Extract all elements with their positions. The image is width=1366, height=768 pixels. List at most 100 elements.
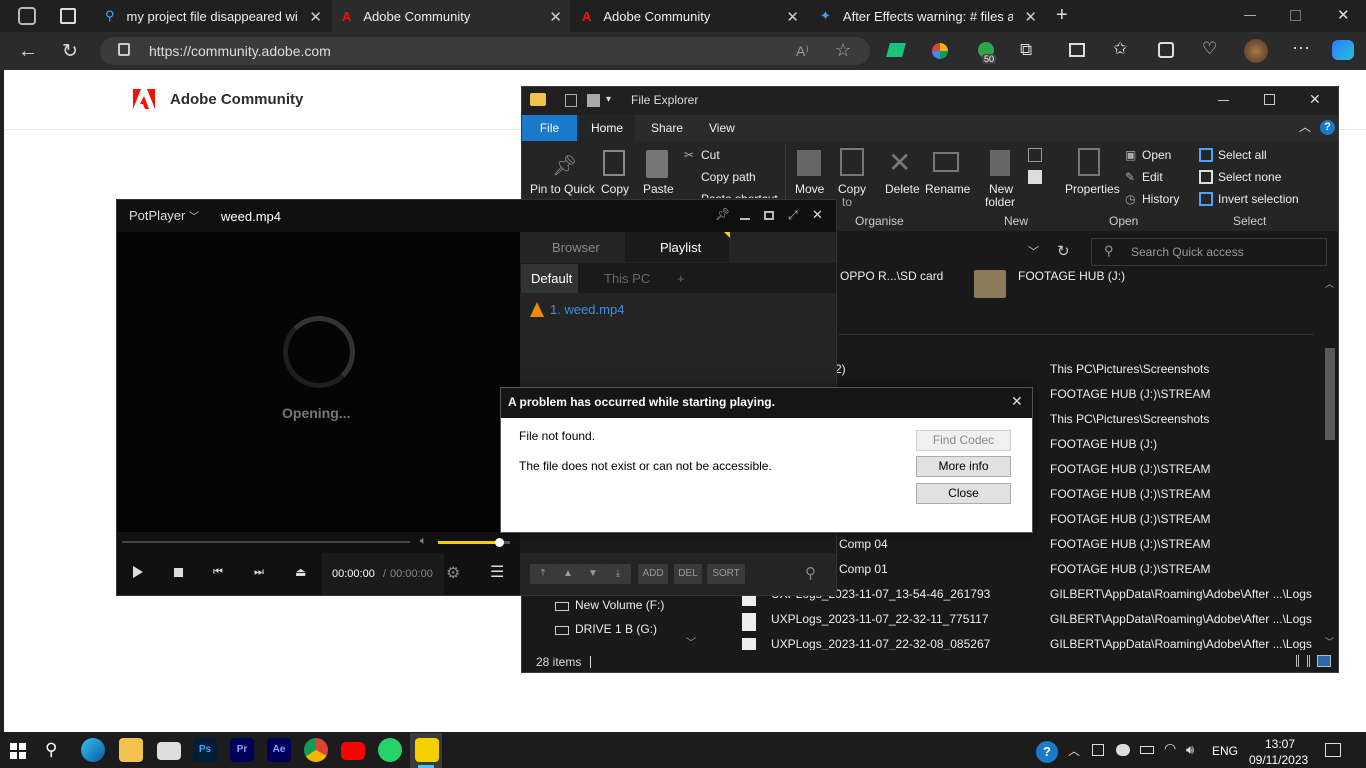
properties-button[interactable]: Properties bbox=[1065, 182, 1120, 196]
more-info-button[interactable]: More info bbox=[916, 456, 1011, 477]
menu-hamburger-icon[interactable]: ☰ bbox=[490, 562, 504, 582]
tab-browser[interactable]: Browser bbox=[552, 240, 600, 255]
browser-tab-after-effects[interactable]: ✦ After Effects warning: # files are r ✕ bbox=[810, 0, 1045, 32]
find-codec-button[interactable]: Find Codec bbox=[916, 430, 1011, 451]
move-down-icon[interactable]: ▼ bbox=[580, 564, 606, 584]
move-bottom-icon[interactable]: ⤓ bbox=[605, 564, 631, 584]
subtab-default[interactable]: Default bbox=[531, 271, 572, 286]
photoshop-icon[interactable]: Ps bbox=[193, 738, 217, 762]
paste-shortcut-button[interactable]: Paste shortcut bbox=[701, 192, 778, 198]
back-icon[interactable]: ← bbox=[18, 40, 38, 63]
extension-multicolor-icon[interactable] bbox=[932, 43, 948, 59]
explorer-scrollbar[interactable] bbox=[1324, 275, 1336, 647]
collapse-ribbon-icon[interactable]: ︿ bbox=[1299, 118, 1311, 135]
tray-cloud-icon[interactable] bbox=[1116, 744, 1130, 756]
close-tab-icon[interactable]: ✕ bbox=[549, 8, 562, 26]
subtab-this-pc[interactable]: This PC bbox=[604, 271, 650, 286]
ribbon-tab-share[interactable]: Share bbox=[651, 121, 683, 135]
drive-item-label[interactable]: OPPO R...\SD card bbox=[840, 269, 943, 283]
dialog-close-icon[interactable]: ✕ bbox=[1011, 393, 1023, 410]
add-button[interactable]: ADD bbox=[638, 564, 668, 584]
cut-button[interactable]: Cut bbox=[701, 148, 720, 162]
move-up-icon[interactable]: ▲ bbox=[555, 564, 581, 584]
scroll-up-icon[interactable]: ︿ bbox=[1325, 277, 1334, 290]
new-tab-button[interactable]: + bbox=[1056, 4, 1068, 27]
collections-icon[interactable] bbox=[1158, 42, 1174, 58]
row-name[interactable]: Comp 01 bbox=[839, 562, 888, 576]
restore-icon[interactable] bbox=[1290, 10, 1301, 21]
minimize-icon[interactable] bbox=[1244, 15, 1256, 16]
refresh-icon[interactable]: ↻ bbox=[62, 40, 78, 63]
move-to-button[interactable]: Move bbox=[795, 182, 824, 196]
explorer-refresh-icon[interactable]: ↻ bbox=[1057, 242, 1070, 260]
mail-icon[interactable] bbox=[157, 742, 181, 760]
stop-button[interactable] bbox=[174, 568, 183, 577]
rename-button[interactable]: Rename bbox=[925, 182, 970, 196]
easy-access-icon[interactable] bbox=[1028, 170, 1042, 184]
help-taskbar-icon[interactable]: ? bbox=[1036, 741, 1058, 763]
adobe-logo-icon[interactable] bbox=[133, 89, 155, 109]
select-none-button[interactable]: Select none bbox=[1218, 170, 1281, 184]
pot-close-icon[interactable]: ✕ bbox=[812, 207, 823, 223]
play-button[interactable] bbox=[133, 566, 143, 578]
paste-button[interactable]: Paste bbox=[643, 182, 674, 196]
tray-battery-icon[interactable] bbox=[1140, 746, 1154, 754]
row-name[interactable]: UXPLogs_2023-11-07_22-32-08_085267 bbox=[771, 637, 990, 650]
row-name[interactable]: Comp 04 bbox=[839, 537, 888, 551]
pot-minimize-icon[interactable] bbox=[740, 218, 750, 220]
open-button[interactable]: Open bbox=[1142, 148, 1171, 162]
help-icon[interactable]: ? bbox=[1320, 120, 1335, 135]
close-window-icon[interactable]: ✕ bbox=[1337, 6, 1350, 24]
tray-app-icon[interactable] bbox=[1092, 744, 1104, 756]
tray-chevron-icon[interactable]: ︿ bbox=[1068, 742, 1080, 759]
row-name[interactable]: UXPLogs_2023-11-07_22-32-11_775117 bbox=[771, 612, 989, 626]
eject-button[interactable]: ⏏︎ bbox=[295, 565, 306, 579]
ribbon-tab-file[interactable]: File bbox=[522, 115, 577, 141]
properties-quick-icon[interactable] bbox=[565, 94, 577, 107]
pot-fullscreen-icon[interactable]: ⤢ bbox=[788, 208, 798, 223]
invert-selection-button[interactable]: Invert selection bbox=[1218, 192, 1299, 206]
large-icons-view-icon[interactable] bbox=[1317, 655, 1331, 667]
seek-bar[interactable] bbox=[122, 541, 410, 543]
copy-to-button[interactable]: Copy bbox=[838, 182, 866, 196]
clock-date[interactable]: 09/11/2023 bbox=[1249, 753, 1308, 767]
wifi-icon[interactable]: ◠ bbox=[1164, 740, 1176, 757]
subtab-add[interactable]: + bbox=[677, 271, 685, 286]
close-tab-icon[interactable]: ✕ bbox=[786, 8, 799, 26]
workspaces-icon[interactable] bbox=[18, 7, 36, 25]
quick-access-dropdown-icon[interactable]: ▾ bbox=[606, 94, 611, 105]
volume-icon[interactable]: 🔈︎ bbox=[420, 535, 427, 548]
settings-gear-icon[interactable]: ⚙ bbox=[446, 563, 460, 583]
clock-time[interactable]: 13:07 bbox=[1265, 737, 1295, 751]
new-item-icon[interactable] bbox=[1028, 148, 1042, 162]
explorer-minimize-icon[interactable] bbox=[1218, 100, 1229, 101]
copy-button[interactable]: Copy bbox=[601, 182, 629, 196]
after-effects-icon[interactable]: Ae bbox=[267, 738, 291, 762]
vertical-tabs-icon[interactable] bbox=[60, 8, 76, 24]
browser-tab-search[interactable]: ⚲ my project file disappeared with ✕ bbox=[95, 0, 330, 32]
delete-button[interactable]: Delete bbox=[885, 182, 920, 196]
history-button[interactable]: History bbox=[1142, 192, 1179, 206]
chrome-icon[interactable] bbox=[304, 738, 328, 762]
next-button[interactable]: ⏭︎ bbox=[254, 566, 264, 579]
more-menu-icon[interactable]: ⋯ bbox=[1292, 38, 1310, 59]
explorer-scroll-thumb[interactable] bbox=[1325, 348, 1335, 440]
details-view-icon[interactable] bbox=[1296, 655, 1310, 667]
sort-button[interactable]: SORT bbox=[707, 564, 745, 584]
browser-tab-adobe-active[interactable]: A Adobe Community ✕ bbox=[332, 0, 570, 32]
previous-button[interactable]: ⏮︎ bbox=[213, 566, 223, 579]
new-folder-button[interactable]: New bbox=[989, 182, 1013, 196]
copilot-sidebar-icon[interactable] bbox=[1332, 40, 1354, 60]
dialog-close-button[interactable]: Close bbox=[916, 483, 1011, 504]
delete-button[interactable]: DEL bbox=[674, 564, 702, 584]
new-folder-quick-icon[interactable] bbox=[587, 94, 600, 107]
edge-icon[interactable] bbox=[81, 738, 105, 762]
pot-maximize-icon[interactable] bbox=[764, 211, 774, 220]
premiere-icon[interactable]: Pr bbox=[230, 738, 254, 762]
favorite-star-icon[interactable]: ☆ bbox=[835, 40, 851, 61]
nav-item[interactable]: DRIVE 1 B (G:) bbox=[575, 622, 657, 636]
close-tab-icon[interactable]: ✕ bbox=[1024, 8, 1037, 26]
explorer-maximize-icon[interactable] bbox=[1264, 94, 1275, 105]
explorer-close-icon[interactable]: ✕ bbox=[1309, 91, 1321, 108]
ribbon-tab-home[interactable]: Home bbox=[579, 115, 635, 141]
